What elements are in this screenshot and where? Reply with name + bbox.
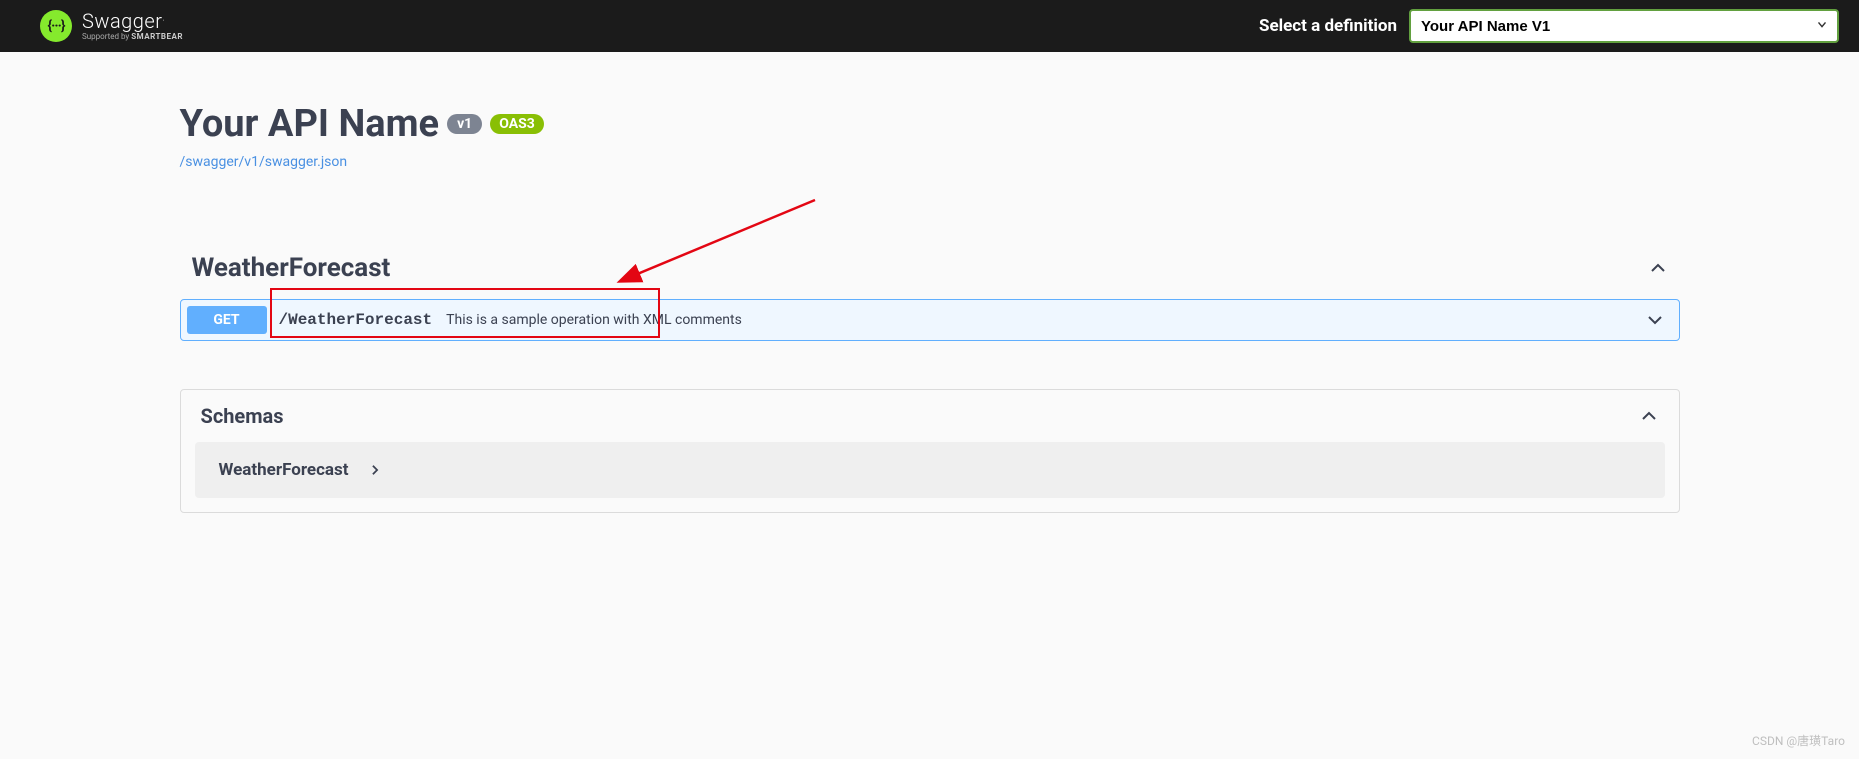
api-title: Your API Name [180, 102, 440, 146]
watermark: CSDN @唐璜Taro [1752, 732, 1845, 749]
chevron-up-icon [1639, 406, 1659, 426]
oas-badge: OAS3 [490, 114, 544, 134]
schemas-title: Schemas [201, 404, 284, 428]
tag-header[interactable]: WeatherForecast [180, 245, 1680, 291]
api-info: Your API Name v1 OAS3 /swagger/v1/swagge… [180, 52, 1680, 190]
swagger-logo-text: Swagger. Supported by SMARTBEAR [82, 11, 183, 41]
tag-name: WeatherForecast [192, 253, 391, 283]
chevron-up-icon [1648, 258, 1668, 278]
swagger-logo[interactable]: {···} Swagger. Supported by SMARTBEAR [40, 10, 183, 42]
version-badge: v1 [447, 114, 482, 134]
swagger-logo-icon: {···} [40, 10, 72, 42]
topbar: {···} Swagger. Supported by SMARTBEAR Se… [0, 0, 1859, 52]
annotation-rect [270, 288, 660, 338]
schemas-block: Schemas WeatherForecast [180, 389, 1680, 513]
schema-item[interactable]: WeatherForecast [195, 442, 1665, 498]
http-method-badge: GET [187, 306, 267, 334]
schema-name: WeatherForecast [219, 460, 349, 480]
definition-select-wrap: Your API Name V1 [1409, 9, 1839, 43]
schemas-header[interactable]: Schemas [181, 390, 1679, 442]
definition-select[interactable]: Your API Name V1 [1409, 9, 1839, 43]
chevron-down-icon [1645, 310, 1665, 330]
spec-link[interactable]: /swagger/v1/swagger.json [180, 154, 348, 170]
definition-label: Select a definition [1259, 16, 1397, 36]
chevron-right-icon [365, 460, 385, 480]
